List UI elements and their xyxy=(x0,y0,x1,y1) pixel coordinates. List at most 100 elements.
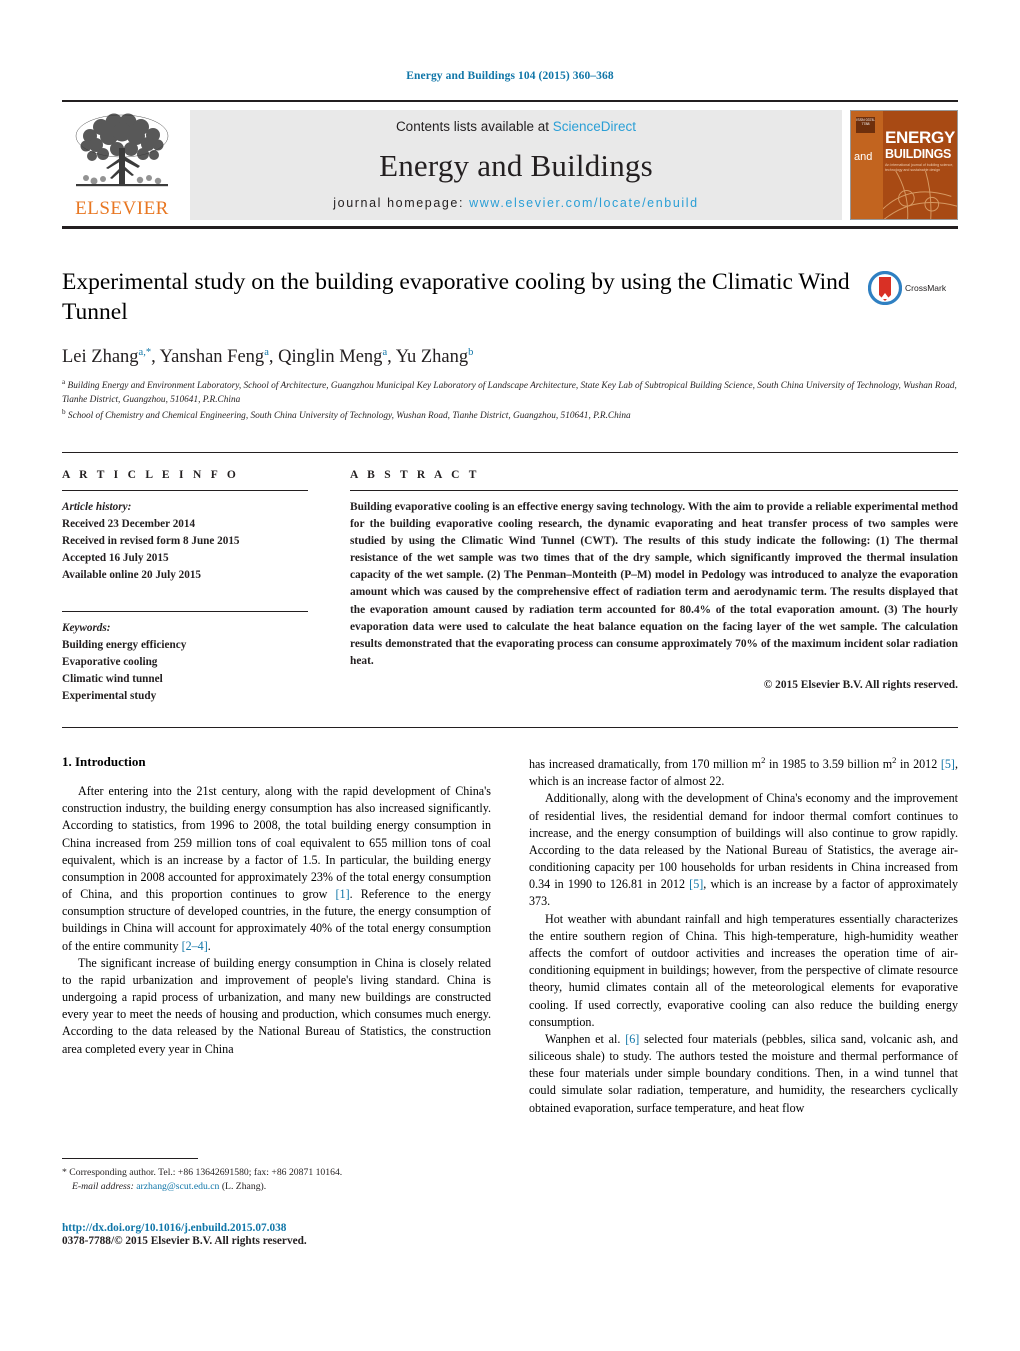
paragraph-text: After entering into the 21st century, al… xyxy=(62,784,491,953)
author-name: Lei Zhang xyxy=(62,347,139,368)
elsevier-wordmark: ELSEVIER xyxy=(75,198,169,219)
abstract-text: Building evaporative cooling is an effec… xyxy=(350,500,958,667)
article-info-heading: A R T I C L E I N F O xyxy=(62,468,240,481)
article-title: Experimental study on the building evapo… xyxy=(62,269,850,326)
contents-available-line: Contents lists available at ScienceDirec… xyxy=(396,119,636,134)
keywords-block: Keywords: Building energy efficiency Eva… xyxy=(62,620,308,705)
citation-link[interactable]: [5] xyxy=(941,757,955,771)
paragraph-text: Wanphen et al. [6] selected four materia… xyxy=(529,1031,958,1115)
info-abstract-region: A R T I C L E I N F O Article history: R… xyxy=(62,451,958,705)
article-page: Energy and Buildings 104 (2015) 360–368 xyxy=(0,0,1020,1351)
contents-prefix: Contents lists available at xyxy=(395,119,553,134)
elsevier-logo: ELSEVIER xyxy=(62,110,182,220)
running-head: Energy and Buildings 104 (2015) 360–368 xyxy=(406,70,614,82)
author-name: Yu Zhang xyxy=(395,347,469,368)
author-affil-marker: a,* xyxy=(138,347,152,359)
body-left-column: 1. Introduction After entering into the … xyxy=(62,754,491,1117)
paragraph: After entering into the 21st century, al… xyxy=(62,783,491,955)
cover-issn-badge: ISSN 0378-7788 xyxy=(856,117,875,133)
keyword-item: Experimental study xyxy=(62,690,157,703)
author-name: Yanshan Feng xyxy=(159,347,265,368)
citation-link[interactable]: [1] xyxy=(336,887,350,901)
citation-link[interactable]: [2–4] xyxy=(182,939,208,953)
journal-homepage-line: journal homepage: www.elsevier.com/locat… xyxy=(333,196,698,210)
body-right-column: has increased dramatically, from 170 mil… xyxy=(529,754,958,1117)
crossmark-label: CrossMark xyxy=(905,283,947,293)
footnote-divider xyxy=(62,1158,198,1159)
history-item: Available online 20 July 2015 xyxy=(62,568,202,581)
corresponding-marker: * xyxy=(62,1167,67,1178)
cover-energy-word: ENERGY xyxy=(885,128,955,147)
author-name: Qinglin Meng xyxy=(278,347,383,368)
divider xyxy=(62,610,308,612)
citation-link[interactable]: [5] xyxy=(689,877,703,891)
article-history-label: Article history: xyxy=(62,500,132,513)
journal-title: Energy and Buildings xyxy=(379,148,653,183)
homepage-prefix: journal homepage: xyxy=(333,196,470,210)
keyword-item: Evaporative cooling xyxy=(62,656,158,669)
affiliation-item: a Building Energy and Environment Labora… xyxy=(62,377,958,407)
abstract-column: A B S T R A C T Building evaporative coo… xyxy=(350,469,958,705)
paragraph-text: Hot weather with abundant rainfall and h… xyxy=(529,911,958,1029)
paragraph: has increased dramatically, from 170 mil… xyxy=(529,754,958,790)
paragraph: The significant increase of building ene… xyxy=(62,955,491,1058)
issn-copyright-line: 0378-7788/© 2015 Elsevier B.V. All right… xyxy=(62,1235,307,1247)
cover-arc-graphic xyxy=(882,171,957,219)
author-affil-marker: a xyxy=(382,347,388,359)
affiliation-marker: a xyxy=(62,378,66,387)
email-link[interactable]: arzhang@scut.edu.cn xyxy=(136,1181,219,1192)
body-divider xyxy=(62,727,958,729)
paragraph-text: The significant increase of building ene… xyxy=(62,955,491,1056)
email-label: E-mail address: xyxy=(72,1181,134,1193)
affiliation-text: Building Energy and Environment Laborato… xyxy=(62,381,957,405)
elsevier-tree-icon xyxy=(75,113,169,187)
author-item: Qinglin Menga xyxy=(278,347,387,367)
divider xyxy=(62,489,308,491)
article-history-block: Article history: Received 23 December 20… xyxy=(62,499,308,584)
sciencedirect-link[interactable]: ScienceDirect xyxy=(553,119,636,134)
journal-band: Contents lists available at ScienceDirec… xyxy=(190,110,842,220)
author-list: Lei Zhanga,*, Yanshan Fenga, Qinglin Men… xyxy=(62,347,474,368)
affiliation-marker: b xyxy=(62,408,66,417)
body-columns: 1. Introduction After entering into the … xyxy=(62,754,958,1117)
email-owner: (L. Zhang). xyxy=(221,1181,267,1193)
homepage-url-link[interactable]: www.elsevier.com/locate/enbuild xyxy=(469,196,699,210)
title-area: Experimental study on the building evapo… xyxy=(62,267,958,327)
author-item: Yanshan Fenga xyxy=(160,347,269,367)
author-affil-marker: a xyxy=(264,347,269,359)
abstract-copyright: © 2015 Elsevier B.V. All rights reserved… xyxy=(763,679,958,691)
paragraph: Wanphen et al. [6] selected four materia… xyxy=(529,1031,958,1117)
keyword-item: Building energy efficiency xyxy=(62,639,187,651)
journal-cover-thumbnail: ISSN 0378-7788 and ENERGY BUILDINGS An i… xyxy=(850,110,958,220)
footnote-region: * Corresponding author. Tel.: +86 136426… xyxy=(62,1158,502,1194)
author-affil-marker: b xyxy=(468,347,474,359)
affiliations: a Building Energy and Environment Labora… xyxy=(62,377,958,424)
author-item: Lei Zhanga,* xyxy=(62,347,151,367)
crossmark-icon xyxy=(868,271,902,305)
journal-masthead: ELSEVIER Contents lists available at Sci… xyxy=(62,100,958,229)
history-item: Received in revised form 8 June 2015 xyxy=(62,534,240,547)
cover-buildings-word: BUILDINGS xyxy=(885,147,952,161)
history-item: Accepted 16 July 2015 xyxy=(62,551,169,564)
affiliation-text: School of Chemistry and Chemical Enginee… xyxy=(67,411,631,422)
article-info-column: A R T I C L E I N F O Article history: R… xyxy=(62,469,308,705)
corresponding-text: Corresponding author. Tel.: +86 13642691… xyxy=(69,1167,343,1178)
paragraph-text: Additionally, along with the development… xyxy=(529,791,959,909)
crossmark-badge[interactable]: CrossMark xyxy=(868,267,958,305)
keywords-label: Keywords: xyxy=(62,621,111,634)
footer-doi-region: http://dx.doi.org/10.1016/j.enbuild.2015… xyxy=(62,1222,502,1247)
divider xyxy=(350,489,958,491)
citation-link[interactable]: [6] xyxy=(625,1032,639,1046)
corresponding-author-footnote: * Corresponding author. Tel.: +86 136426… xyxy=(62,1166,502,1194)
keyword-item: Climatic wind tunnel xyxy=(62,673,163,686)
author-item: Yu Zhangb xyxy=(396,347,474,367)
doi-link[interactable]: http://dx.doi.org/10.1016/j.enbuild.2015… xyxy=(62,1222,502,1234)
paragraph: Additionally, along with the development… xyxy=(529,790,958,910)
abstract-heading: A B S T R A C T xyxy=(350,468,480,481)
cover-and-word: and xyxy=(854,151,873,163)
paragraph: Hot weather with abundant rainfall and h… xyxy=(529,911,958,1031)
affiliation-item: b School of Chemistry and Chemical Engin… xyxy=(62,407,958,424)
paragraph-text: has increased dramatically, from 170 mil… xyxy=(529,755,958,789)
history-item: Received 23 December 2014 xyxy=(62,517,196,530)
section-heading-introduction: 1. Introduction xyxy=(62,754,146,770)
